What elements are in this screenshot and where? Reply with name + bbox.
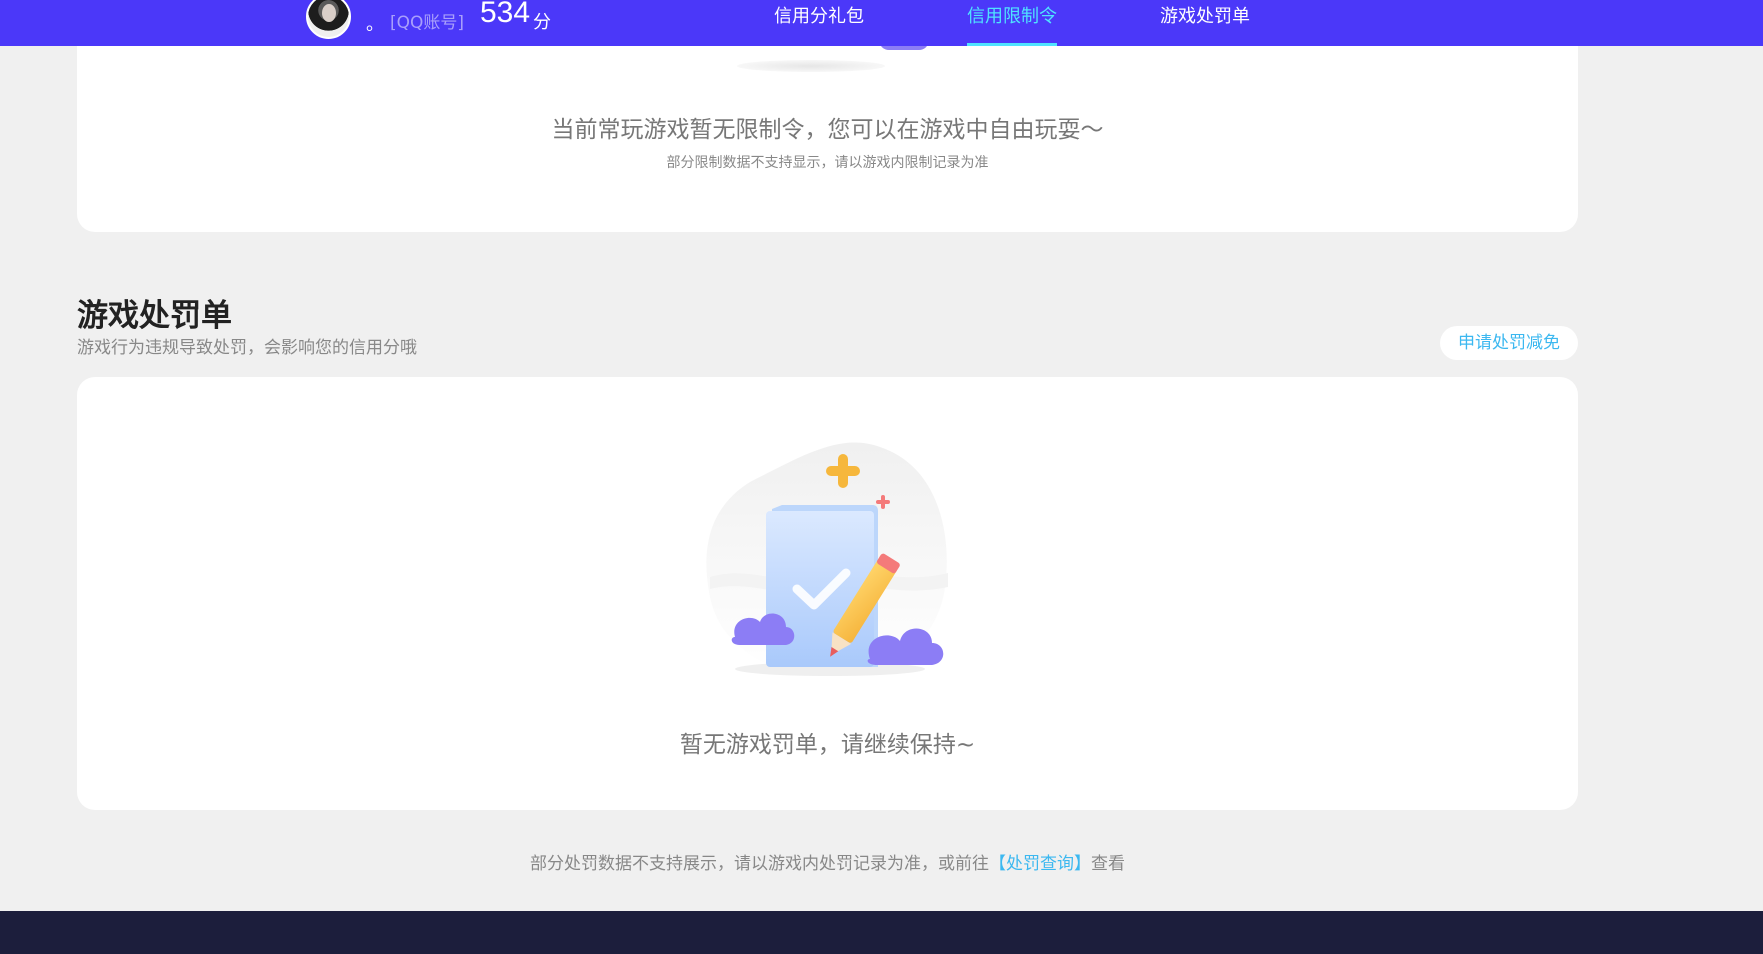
credit-score-value: 534 <box>480 0 531 29</box>
credit-score-unit: 分 <box>533 12 551 33</box>
account-type-label: [QQ账号] <box>390 13 465 33</box>
nav-tab-restriction-order[interactable]: 信用限制令 <box>967 5 1057 46</box>
apply-penalty-reduction-button[interactable]: 申请处罚减免 <box>1440 326 1578 360</box>
nav-tab-penalty-ticket[interactable]: 游戏处罚单 <box>1160 5 1250 45</box>
restriction-illustration-shadow <box>737 60 885 72</box>
footer-note-prefix: 部分处罚数据不支持展示，请以游戏内处罚记录为准，或前往 <box>530 854 989 874</box>
restriction-note: 部分限制数据不支持显示，请以游戏内限制记录为准 <box>666 155 989 171</box>
empty-state-illustration <box>706 442 948 677</box>
user-avatar[interactable] <box>306 0 351 39</box>
avatar-face <box>322 4 336 22</box>
penalty-footer-note: 部分处罚数据不支持展示，请以游戏内处罚记录为准，或前往【处罚查询】查看 <box>0 849 1655 874</box>
penalty-card: 暂无游戏罚单，请继续保持~ <box>77 377 1578 810</box>
nav-tab-gift-pack[interactable]: 信用分礼包 <box>774 5 864 45</box>
penalty-section-subtitle: 游戏行为违规导致处罚，会影响您的信用分哦 <box>77 338 417 358</box>
footer-note-suffix: 查看 <box>1091 854 1125 874</box>
penalty-section-title: 游戏处罚单 <box>77 298 232 334</box>
top-nav-bar: 。 [QQ账号] 534 分 信用分礼包 信用限制令 游戏处罚单 <box>0 0 1763 46</box>
page-footer <box>0 911 1763 954</box>
restriction-empty-text: 当前常玩游戏暂无限制令，您可以在游戏中自由玩耍～ <box>551 117 1104 143</box>
penalty-query-link[interactable]: 【处罚查询】 <box>989 854 1091 874</box>
user-nickname: 。 <box>366 14 384 35</box>
penalty-empty-text: 暂无游戏罚单，请继续保持~ <box>679 732 976 758</box>
